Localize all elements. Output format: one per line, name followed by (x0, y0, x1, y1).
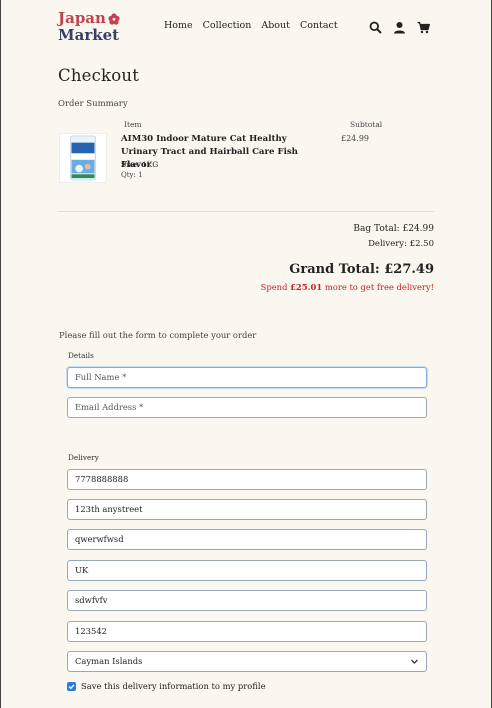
city-field[interactable]: sdwfvfv (67, 590, 427, 611)
order-summary-label: Order Summary (58, 99, 128, 109)
product-subtotal: £24.99 (341, 134, 369, 143)
bag-total: Bag Total: £24.99 (353, 224, 434, 234)
product-size: Size: 1KG (121, 160, 159, 169)
user-icon[interactable] (393, 19, 406, 34)
address-line1-field[interactable]: 123th anystreet (67, 499, 427, 520)
nav-contact[interactable]: Contact (300, 20, 338, 31)
full-name-field[interactable]: Full Name * (67, 367, 427, 388)
country-select[interactable]: Cayman Islands (67, 651, 427, 672)
nav-collection[interactable]: Collection (203, 20, 252, 31)
page-title: Checkout (58, 66, 140, 85)
free-delivery-prefix: Spend (260, 282, 291, 292)
grand-total: Grand Total: £27.49 (289, 262, 434, 277)
save-delivery-label[interactable]: Save this delivery information to my pro… (81, 681, 266, 691)
product-image[interactable] (59, 133, 107, 183)
country-select-value: Cayman Islands (75, 656, 143, 666)
column-item-header: Item (124, 120, 142, 129)
delivery-section-label: Delivery (68, 453, 99, 462)
nav-home[interactable]: Home (164, 20, 193, 31)
email-field[interactable]: Email Address * (67, 397, 427, 418)
search-icon[interactable] (369, 19, 382, 34)
product-qty: Qty: 1 (121, 171, 143, 179)
flower-icon (108, 12, 120, 25)
column-subtotal-header: Subtotal (350, 120, 383, 129)
chevron-down-icon (411, 659, 418, 664)
summary-divider (58, 211, 434, 212)
free-delivery-message: Spend £25.01 more to get free delivery! (261, 282, 434, 292)
nav-about[interactable]: About (261, 20, 290, 31)
postcode-field[interactable]: 123542 (67, 621, 427, 642)
main-nav: Home Collection About Contact (164, 20, 348, 31)
delivery-cost: Delivery: £2.50 (368, 239, 434, 249)
cart-icon[interactable] (417, 19, 431, 34)
brand-line1: Japan (58, 9, 106, 27)
form-intro: Please fill out the form to complete you… (59, 330, 257, 340)
brand-logo[interactable]: Japan Market (58, 11, 130, 45)
header-actions (369, 19, 431, 34)
save-delivery-checkbox[interactable] (67, 681, 76, 691)
check-icon (68, 683, 75, 689)
details-section-label: Details (68, 351, 94, 360)
address-line2-field[interactable]: qwerwfwsd (67, 529, 427, 550)
save-delivery-row: Save this delivery information to my pro… (67, 681, 266, 691)
brand-line2: Market (58, 26, 120, 44)
country-text-field[interactable]: UK (67, 560, 427, 581)
free-delivery-amount: £25.01 (290, 282, 323, 292)
free-delivery-suffix: more to get free delivery! (322, 282, 434, 292)
phone-field[interactable]: 7778888888 (67, 469, 427, 490)
